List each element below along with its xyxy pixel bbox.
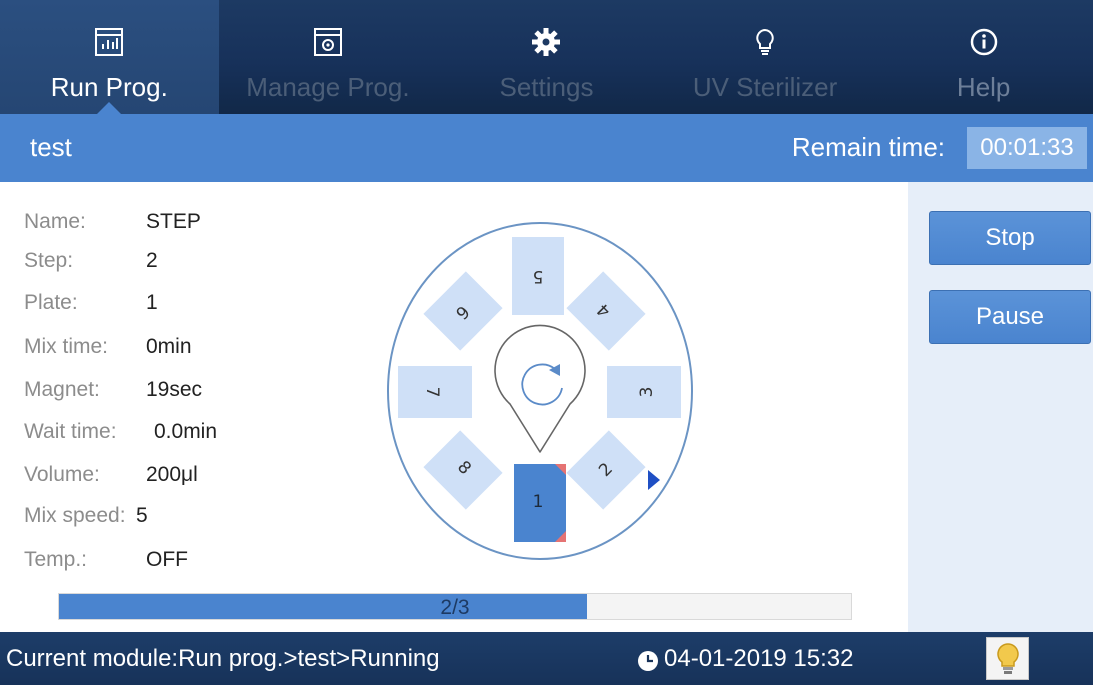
bulb-icon	[996, 642, 1019, 674]
stop-button[interactable]: Stop	[929, 211, 1091, 265]
light-toggle-button[interactable]	[986, 637, 1029, 680]
info-icon	[964, 22, 1004, 62]
tab-help-label: Help	[956, 72, 1011, 102]
info-label: Step:	[24, 249, 74, 272]
gear-icon	[526, 22, 566, 62]
program-name: test	[30, 132, 72, 162]
info-label: Name:	[24, 210, 86, 233]
info-value: 2	[146, 249, 158, 272]
top-navigation: Run Prog. Manage Prog. Settings UV Steri…	[0, 0, 1093, 114]
plate-slot-3[interactable]: 3	[607, 366, 681, 418]
info-label: Mix time:	[24, 335, 108, 358]
slot-label: 5	[533, 266, 544, 286]
tab-manage-prog-label: Manage Prog.	[246, 72, 410, 102]
plate-slot-1-active[interactable]: 1	[514, 464, 566, 542]
plate-slot-7[interactable]: 7	[398, 366, 472, 418]
info-label: Volume:	[24, 463, 100, 486]
current-module-text: Current module:Run prog.>test>Running	[6, 645, 440, 672]
plate-slot-2[interactable]: 2	[566, 430, 646, 510]
plate-slot-6[interactable]: 6	[423, 271, 503, 351]
info-label: Wait time:	[24, 420, 117, 443]
status-bar: Current module:Run prog.>test>Running 04…	[0, 632, 1093, 685]
play-marker-icon	[648, 470, 660, 490]
info-value: 5	[136, 504, 148, 527]
slot-label: 3	[637, 387, 657, 398]
tab-settings-label: Settings	[499, 72, 594, 102]
remain-time-value: 00:01:33	[967, 127, 1087, 169]
pause-button[interactable]: Pause	[929, 290, 1091, 344]
datetime-display: 04-01-2019 15:32	[664, 645, 854, 672]
info-value: OFF	[146, 548, 188, 571]
manage-icon	[308, 22, 348, 62]
plate-carousel: 5 4 6 3 7 2 8 1	[387, 222, 693, 560]
tab-help[interactable]: Help	[874, 0, 1093, 114]
clock-icon	[638, 651, 658, 671]
remain-time-label: Remain time:	[791, 132, 945, 162]
tab-run-prog-label: Run Prog.	[50, 72, 168, 102]
info-value: STEP	[146, 210, 201, 233]
active-tab-marker	[97, 102, 122, 114]
slot-label: 1	[533, 492, 544, 512]
rotate-icon	[494, 324, 586, 453]
info-value: 200μl	[146, 463, 198, 486]
tab-manage-prog[interactable]: Manage Prog.	[219, 0, 438, 114]
plate-slot-4[interactable]: 4	[566, 271, 646, 351]
progress-fill	[59, 594, 588, 619]
info-label: Plate:	[24, 291, 78, 314]
action-panel: Stop Pause	[908, 182, 1093, 632]
info-value: 0min	[146, 335, 192, 358]
info-value: 0.0min	[154, 420, 218, 443]
slot-label: 7	[422, 387, 442, 398]
tab-settings[interactable]: Settings	[437, 0, 656, 114]
chart-icon	[89, 22, 129, 62]
info-value: 19sec	[146, 378, 203, 401]
info-label: Magnet:	[24, 378, 100, 401]
bulb-icon	[745, 22, 785, 62]
tab-uv-sterilizer-label: UV Sterilizer	[692, 72, 838, 102]
progress-bar	[58, 593, 852, 620]
program-title-bar: test Remain time: 00:01:33	[0, 114, 1093, 182]
info-value: 1	[146, 291, 158, 314]
plate-slot-5[interactable]: 5	[512, 237, 564, 315]
tab-uv-sterilizer[interactable]: UV Sterilizer	[656, 0, 875, 114]
info-label: Temp.:	[24, 548, 88, 571]
plate-slot-8[interactable]: 8	[423, 430, 503, 510]
tab-run-prog[interactable]: Run Prog.	[0, 0, 219, 114]
info-label: Mix speed:	[24, 504, 126, 527]
